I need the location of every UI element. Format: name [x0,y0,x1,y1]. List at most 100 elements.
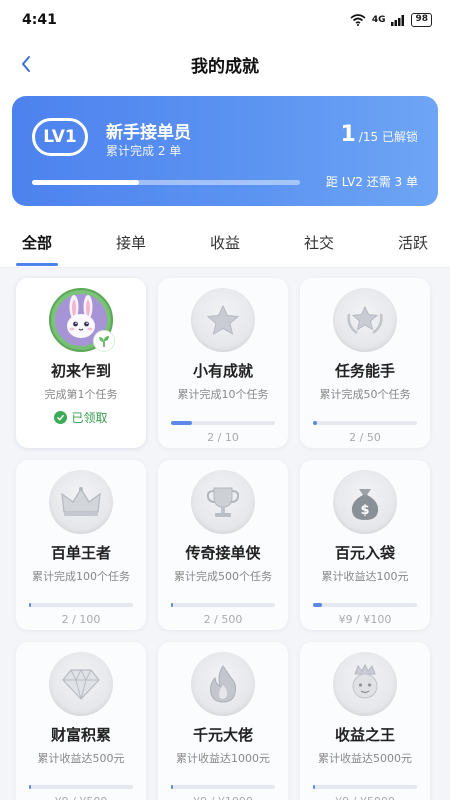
achievement-description: 累计完成100个任务 [32,570,130,583]
achievement-progress-text: ¥9 / ¥500 [55,795,108,800]
achievement-thousand-boss[interactable]: 千元大佬累计收益达1000元 ¥9 / ¥1000 [158,642,288,800]
level-name: 新手接单员 [106,123,191,143]
achievement-badge [191,288,255,352]
achievement-legend[interactable]: 传奇接单侠累计完成500个任务 2 / 500 [158,460,288,630]
achievement-progress-fill [29,785,32,789]
status-bar: 4:41 4G 98 [0,0,450,40]
achievement-progress-fill [313,785,316,789]
achievement-title: 小有成就 [192,362,253,380]
achievement-title: 收益之王 [334,726,395,744]
tab-all[interactable]: 全部 [15,220,59,268]
achievement-first-arrival[interactable]: 初来乍到完成第1个任务已领取 [16,278,146,448]
achievement-description: 累计完成500个任务 [174,570,272,583]
achievement-badge [333,288,397,352]
next-level-hint: 距 LV2 还需 3 单 [325,175,418,189]
tab-orders[interactable]: 接单 [116,220,146,268]
achievement-badge [333,652,397,716]
tab-social[interactable]: 社交 [304,220,334,268]
achievement-progress-bar [313,603,417,607]
chevron-left-icon [22,56,30,72]
signal-icon [391,14,405,26]
achievement-title: 财富积累 [50,726,111,744]
star-laurel-icon [343,300,387,340]
achievement-badge [49,652,113,716]
achievement-progress-bar [313,421,417,425]
achievement-description: 累计收益达1000元 [176,752,270,765]
level-section: LV1 新手接单员 累计完成 2 单 1 /15 已解锁 距 LV2 还需 3 … [0,88,450,220]
tab-active[interactable]: 活跃 [398,220,428,268]
diamond-icon [59,665,103,703]
back-button[interactable] [14,52,38,76]
sprout-icon [93,330,115,352]
achievement-progress-fill [313,603,323,607]
achievement-hundred-yuan[interactable]: $ 百元入袋累计收益达100元 ¥9 / ¥100 [300,460,430,630]
page-title: 我的成就 [191,56,259,77]
achievement-small-success[interactable]: 小有成就累计完成10个任务 2 / 10 [158,278,288,448]
network-type: 4G [371,15,386,25]
achievement-description: 累计完成10个任务 [177,388,269,401]
achievement-badge [191,652,255,716]
level-progress-fill [32,180,140,185]
level-badge: LV1 [32,118,88,156]
achievement-wealth[interactable]: 财富积累累计收益达500元 ¥9 / ¥500 [16,642,146,800]
unlock-counter: 1 /15 已解锁 [341,122,418,147]
flame-icon [205,663,241,705]
achievement-progress-fill [171,603,174,607]
level-subtitle: 累计完成 2 单 [106,144,182,158]
achievement-progress-text: 2 / 100 [61,613,101,626]
achievement-progress-bar [29,603,133,607]
nav-bar: 我的成就 [0,40,450,88]
achievement-description: 完成第1个任务 [44,388,118,401]
star-icon [203,300,243,340]
achievement-progress-bar [171,785,275,789]
achievement-title: 传奇接单侠 [185,544,261,562]
achievement-progress-text: 2 / 50 [349,431,381,444]
wifi-icon [350,14,366,26]
status-icons: 4G 98 [350,13,432,27]
status-time: 4:41 [22,12,57,28]
tab-earnings[interactable]: 收益 [210,220,240,268]
achievement-title: 任务能手 [334,362,395,380]
achievement-progress-text: 2 / 500 [203,613,243,626]
achievement-task-expert[interactable]: 任务能手累计完成50个任务 2 / 50 [300,278,430,448]
achievement-progress-bar [171,421,275,425]
achievement-progress-fill [171,421,192,425]
achievement-progress-text: ¥9 / ¥1000 [193,795,253,800]
unlock-total: /15 已解锁 [358,130,418,144]
achievement-progress-text: ¥9 / ¥5000 [335,795,395,800]
category-tabs: 全部 接单 收益 社交 活跃 [0,220,450,268]
trophy-icon [203,482,243,522]
money-bag-icon: $ [345,481,385,523]
level-card: LV1 新手接单员 累计完成 2 单 1 /15 已解锁 距 LV2 还需 3 … [12,96,438,206]
achievement-progress-fill [171,785,174,789]
achievement-progress-fill [313,421,318,425]
check-circle-icon [54,411,68,424]
achievement-description: 累计收益达5000元 [318,752,412,765]
achievement-badge: $ [333,470,397,534]
claimed-label: 已领取 [71,411,108,425]
achievement-title: 百单王者 [50,544,111,562]
achievement-badge [191,470,255,534]
achievement-title: 百元入袋 [334,544,395,562]
achievement-title: 初来乍到 [50,362,111,380]
achievement-description: 累计完成50个任务 [319,388,411,401]
level-progress-bar [32,180,300,185]
king-avatar-icon [343,662,387,706]
crown-icon [59,484,103,520]
achievement-progress-bar [29,785,133,789]
achievement-progress-fill [29,603,32,607]
achievement-badge [49,470,113,534]
achievement-grid: 初来乍到完成第1个任务已领取 小有成就累计完成10个任务 2 / 10 任务能手累计完… [0,268,450,800]
unlock-count: 1 [340,122,356,147]
achievement-badge [49,288,115,352]
achievement-progress-text: ¥9 / ¥100 [338,613,392,626]
achievement-progress-bar [171,603,275,607]
achievement-description: 累计收益达100元 [321,570,409,583]
achievement-title: 千元大佬 [192,726,253,744]
battery-indicator: 98 [411,13,432,27]
achievement-income-king[interactable]: 收益之王累计收益达5000元 ¥9 / ¥5000 [300,642,430,800]
achievement-description: 累计收益达500元 [37,752,125,765]
achievement-hundred-king[interactable]: 百单王者累计完成100个任务 2 / 100 [16,460,146,630]
claimed-status: 已领取 [54,409,108,426]
achievement-progress-text: 2 / 10 [207,431,239,444]
